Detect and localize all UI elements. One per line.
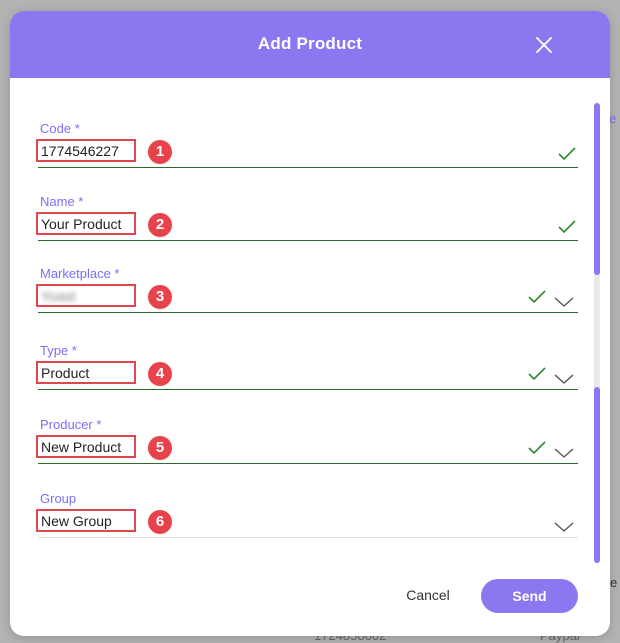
add-product-modal: Add Product Code * 1774546227 1 Name * Y… [10, 11, 610, 636]
step-badge: 4 [148, 362, 172, 386]
name-label: Name * [40, 194, 84, 209]
check-icon [528, 290, 546, 304]
producer-value[interactable]: New Product [41, 439, 121, 455]
name-underline [38, 240, 578, 241]
check-icon [528, 367, 546, 381]
modal-header: Add Product [10, 11, 610, 78]
background-fragment: e [610, 575, 618, 590]
code-label: Code * [40, 121, 80, 136]
scrollbar-thumb-lower[interactable] [594, 387, 600, 563]
type-underline [38, 389, 578, 390]
marketplace-underline [38, 312, 578, 313]
close-button[interactable] [532, 33, 556, 57]
send-button[interactable]: Send [481, 579, 578, 613]
check-icon [528, 441, 546, 455]
chevron-down-icon[interactable] [554, 447, 574, 459]
code-underline [38, 167, 578, 168]
close-icon [536, 37, 552, 53]
code-value[interactable]: 1774546227 [41, 143, 119, 159]
step-badge: 6 [148, 510, 172, 534]
step-badge: 2 [148, 213, 172, 237]
type-label: Type * [40, 343, 77, 358]
marketplace-label: Marketplace * [40, 266, 120, 281]
group-underline [38, 537, 578, 538]
group-label: Group [40, 491, 77, 506]
chevron-down-icon[interactable] [554, 373, 574, 385]
producer-underline [38, 463, 578, 464]
modal-title: Add Product [257, 34, 363, 53]
check-icon [558, 147, 576, 161]
cancel-button[interactable]: Cancel [390, 579, 466, 611]
marketplace-value[interactable]: Yoast [41, 288, 76, 304]
chevron-down-icon[interactable] [554, 521, 574, 533]
name-value[interactable]: Your Product [41, 216, 121, 232]
scrollbar-thumb[interactable] [594, 103, 600, 275]
producer-label: Producer * [40, 417, 102, 432]
step-badge: 5 [148, 436, 172, 460]
background-fragment: e [609, 111, 617, 126]
step-badge: 3 [148, 285, 172, 309]
chevron-down-icon[interactable] [554, 296, 574, 308]
step-badge: 1 [148, 140, 172, 164]
type-value[interactable]: Product [41, 365, 89, 381]
group-value[interactable]: New Group [41, 513, 112, 529]
check-icon [558, 220, 576, 234]
